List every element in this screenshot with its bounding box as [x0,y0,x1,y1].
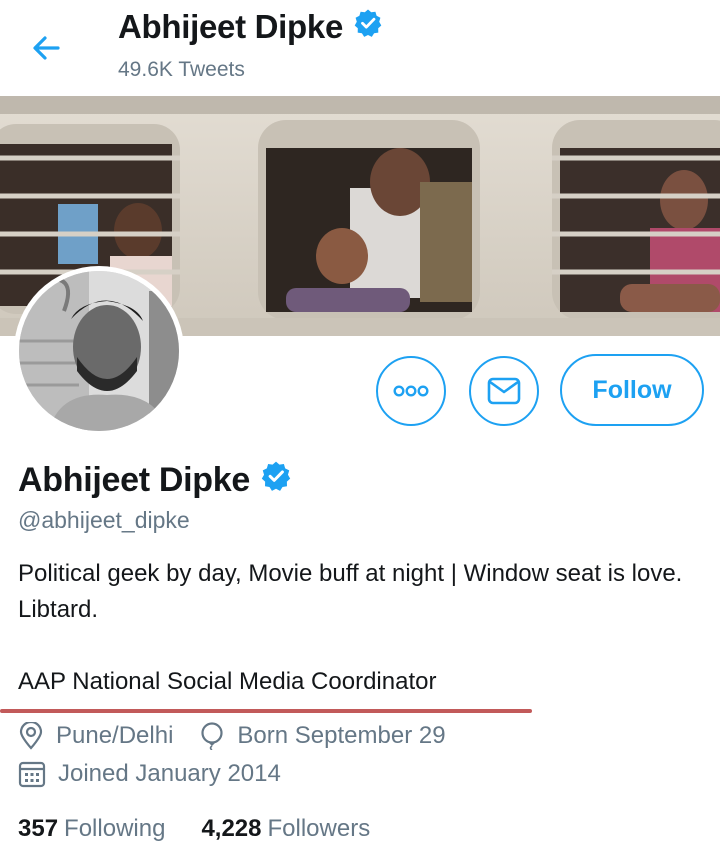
more-options-button[interactable] [376,356,446,426]
avatar-image [19,271,179,431]
verified-badge-icon [353,8,383,46]
following-link[interactable]: 357 Following [18,815,165,843]
avatar[interactable] [14,266,184,436]
arrow-left-icon [33,36,60,60]
verified-badge-icon [260,460,292,501]
followers-count: 4,228 [201,815,262,842]
following-label: Following [64,815,166,842]
followers-label: Followers [267,815,371,842]
envelope-icon [487,377,521,405]
following-count: 357 [18,815,59,842]
calendar-icon [18,761,46,788]
profile-meta-row-1: Pune/Delhi Born September 29 [18,722,472,750]
balloon-icon [201,722,224,750]
followers-link[interactable]: 4,228 Followers [201,815,370,843]
profile-meta-row-2: Joined January 2014 [18,760,307,788]
top-bar: Abhijeet Dipke 49.6K Tweets [0,0,720,96]
tweet-count: 49.6K Tweets [118,58,245,81]
profile-bio-line2: AAP National Social Media Coordinator [18,668,437,695]
follow-button[interactable]: Follow [560,354,704,426]
profile-birthday: Born September 29 [199,722,446,750]
profile-name: Abhijeet Dipke [18,461,250,499]
joined-text: Joined January 2014 [58,760,281,787]
profile-bio: Political geek by day, Movie buff at nig… [18,560,683,623]
more-icon [393,385,429,397]
profile-location: Pune/Delhi [18,722,173,750]
profile-joined: Joined January 2014 [18,760,281,788]
birthday-text: Born September 29 [237,722,446,749]
profile-handle: @abhijeet_dipke [18,507,190,533]
location-text: Pune/Delhi [56,722,174,749]
header-title: Abhijeet Dipke [118,8,383,46]
follow-stats: 357 Following 4,228 Followers [18,815,406,843]
message-button[interactable] [469,356,539,426]
profile-name-row: Abhijeet Dipke [18,460,292,501]
back-button[interactable] [28,30,64,66]
annotation-underline [0,709,532,713]
header-name: Abhijeet Dipke [118,8,344,45]
location-pin-icon [19,722,43,750]
